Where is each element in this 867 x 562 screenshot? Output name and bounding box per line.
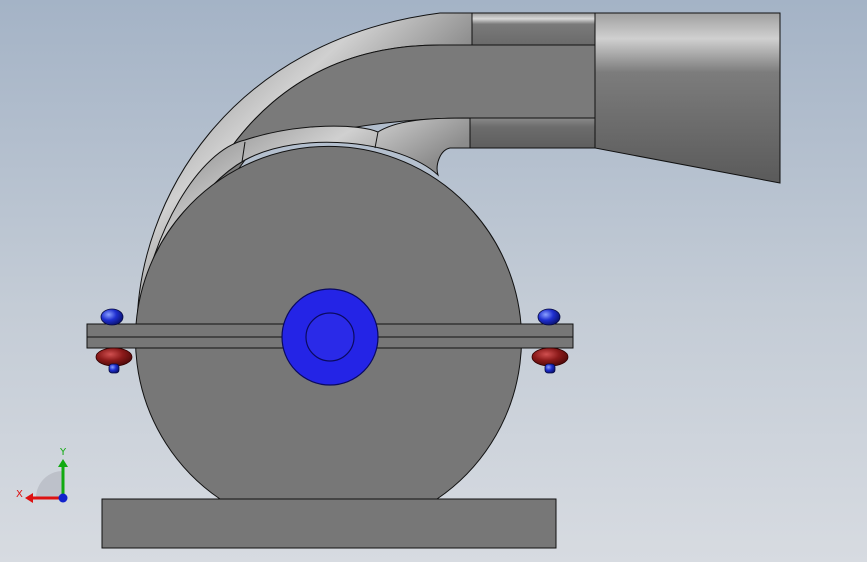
z-axis-dot-icon	[58, 493, 68, 503]
triad-plane-icon	[36, 471, 63, 498]
left-nut-icon	[95, 347, 133, 367]
right-nut-icon	[531, 347, 569, 367]
right-bolt-tip-icon	[544, 363, 556, 374]
shaft-hub[interactable]	[281, 288, 379, 386]
outlet-cone[interactable]	[594, 12, 781, 184]
reference-triad: Y X	[16, 447, 68, 503]
base-plate[interactable]	[101, 498, 557, 549]
y-axis-label: Y	[59, 447, 67, 458]
cad-viewport[interactable]: Y X	[0, 0, 867, 562]
x-axis-label: X	[16, 489, 23, 500]
right-bolt-head-icon	[537, 308, 561, 326]
left-bolt-tip-icon	[108, 363, 120, 374]
model-view[interactable]: Y X	[0, 0, 867, 562]
left-bolt-head-icon	[100, 308, 124, 326]
